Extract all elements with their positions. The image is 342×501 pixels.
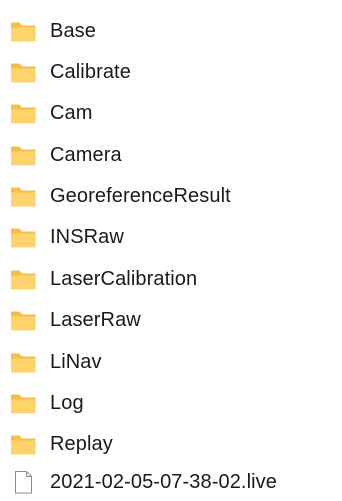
folder-icon <box>10 391 37 415</box>
item-label: LiNav <box>50 351 102 373</box>
item-label: INSRaw <box>50 226 124 248</box>
folder-icon <box>10 143 37 167</box>
folder-icon <box>10 350 37 374</box>
item-label: LaserRaw <box>50 309 141 331</box>
item-label: Replay <box>50 433 113 455</box>
folder-item-base[interactable]: Base <box>10 14 96 48</box>
item-label: Base <box>50 20 96 42</box>
folder-icon <box>10 60 37 84</box>
folder-icon <box>10 267 37 291</box>
folder-item-log[interactable]: Log <box>10 386 84 420</box>
item-label: GeoreferenceResult <box>50 185 231 207</box>
file-list: Base Calibrate Cam Camera GeoreferenceRe… <box>0 0 342 501</box>
folder-icon <box>10 432 37 456</box>
file-item-live[interactable]: 2021-02-05-07-38-02.live <box>10 465 277 499</box>
folder-icon <box>10 101 37 125</box>
folder-icon <box>10 308 37 332</box>
folder-icon <box>10 19 37 43</box>
folder-item-lasercalibration[interactable]: LaserCalibration <box>10 262 197 296</box>
item-label: LaserCalibration <box>50 268 198 290</box>
item-label: 2021-02-05-07-38-02.live <box>50 471 277 493</box>
folder-item-cam[interactable]: Cam <box>10 96 93 130</box>
folder-item-insraw[interactable]: INSRaw <box>10 220 124 254</box>
item-label: Camera <box>50 144 122 166</box>
folder-icon <box>10 184 37 208</box>
folder-item-calibrate[interactable]: Calibrate <box>10 55 131 89</box>
folder-icon <box>10 225 37 249</box>
folder-item-georeferenceresult[interactable]: GeoreferenceResult <box>10 179 231 213</box>
folder-item-linav[interactable]: LiNav <box>10 345 102 379</box>
folder-item-camera[interactable]: Camera <box>10 138 122 172</box>
folder-item-laserraw[interactable]: LaserRaw <box>10 303 141 337</box>
item-label: Calibrate <box>50 61 131 83</box>
item-label: Log <box>50 392 84 414</box>
file-icon <box>10 470 37 494</box>
item-label: Cam <box>50 102 93 124</box>
folder-item-replay[interactable]: Replay <box>10 427 113 461</box>
